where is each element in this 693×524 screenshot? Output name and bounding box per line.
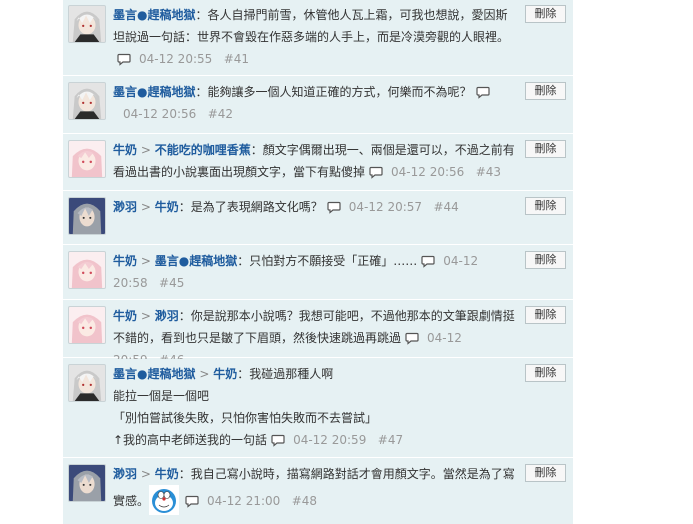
comment-body: 渺羽 > 牛奶：是為了表現網路文化嗎？ 04-12 20:57 #44: [113, 196, 519, 218]
reply-to-name[interactable]: 牛奶: [155, 467, 179, 481]
reply-bubble-icon[interactable]: [405, 332, 419, 345]
avatar-silver-hair[interactable]: [68, 82, 106, 120]
floor-number[interactable]: #44: [433, 200, 458, 214]
avatar-pink-hair[interactable]: [68, 140, 106, 178]
floor-number[interactable]: #45: [159, 276, 184, 290]
comment-text-line: ↑我的高中老師送我的一句話: [113, 433, 268, 447]
avatar-pink-hair[interactable]: [68, 251, 106, 289]
reply-bubble-icon[interactable]: [271, 434, 285, 447]
speaker-name[interactable]: 牛奶: [113, 143, 137, 157]
comment-item: 墨言●趕稿地獄：各人自掃門前雪，休管他人瓦上霜，可我也想說，愛因斯坦說過一句話：…: [63, 0, 573, 76]
delete-button[interactable]: 刪除: [525, 82, 566, 100]
reply-to-name[interactable]: 渺羽: [155, 309, 179, 323]
reply-bubble-icon[interactable]: [185, 495, 199, 508]
timestamp: 04-12 20:56: [391, 165, 465, 179]
speaker-name[interactable]: 牛奶: [113, 309, 137, 323]
floor-number[interactable]: #48: [292, 494, 317, 508]
comment-text: ：能夠讓多一個人知道正確的方式，何樂而不為呢？: [195, 85, 472, 99]
comment-body: 墨言●趕稿地獄 > 牛奶：我碰過那種人啊 能拉一個是一個吧 「別怕嘗試後失敗，只…: [113, 363, 519, 451]
delete-button[interactable]: 刪除: [525, 5, 566, 23]
avatar-pink-hair[interactable]: [68, 306, 106, 344]
delete-button[interactable]: 刪除: [525, 197, 566, 215]
comment-item: 牛奶 > 渺羽：你是說那本小說嗎？我想可能吧，不過他那本的文筆跟劇情挺不錯的，看…: [63, 301, 573, 367]
comment-body: 墨言●趕稿地獄：能夠讓多一個人知道正確的方式，何樂而不為呢？ 04-12 20:5…: [113, 81, 519, 125]
comment-item: 牛奶 > 墨言●趕稿地獄：只怕對方不願接受「正確」…… 04-12 20:58 #…: [63, 246, 573, 300]
avatar-silver-hair[interactable]: [68, 364, 106, 402]
delete-button[interactable]: 刪除: [525, 464, 566, 482]
reply-to-name[interactable]: 墨言●趕稿地獄: [155, 254, 237, 268]
speaker-name[interactable]: 渺羽: [113, 200, 137, 214]
reply-arrow: >: [140, 309, 151, 323]
comment-body: 渺羽 > 牛奶：我自己寫小說時，描寫網路對話才會用顏文字。當然是為了寫實感。 04…: [113, 463, 519, 515]
delete-button[interactable]: 刪除: [525, 364, 566, 382]
delete-button[interactable]: 刪除: [525, 140, 566, 158]
comment-text: ：我碰過那種人啊: [237, 367, 334, 381]
comment-text: ：是為了表現網路文化嗎？: [178, 200, 323, 214]
comment-body: 牛奶 > 墨言●趕稿地獄：只怕對方不願接受「正確」…… 04-12 20:58 #…: [113, 250, 519, 294]
comment-body: 墨言●趕稿地獄：各人自掃門前雪，休管他人瓦上霜，可我也想說，愛因斯坦說過一句話：…: [113, 4, 519, 70]
reply-bubble-icon[interactable]: [421, 255, 435, 268]
timestamp: 04-12 20:56: [123, 107, 197, 121]
floor-number[interactable]: #41: [224, 52, 249, 66]
delete-button[interactable]: 刪除: [525, 306, 566, 324]
comment-text-line: 「別怕嘗試後失敗，只怕你害怕失敗而不去嘗試」: [113, 411, 378, 425]
avatar-silver-hair[interactable]: [68, 5, 106, 43]
comment-text: ：只怕對方不願接受「正確」……: [237, 254, 418, 268]
comment-item: 牛奶 > 不能吃的咖哩香蕉：顏文字偶爾出現一、兩個是還可以，不過之前有看過出書的…: [63, 135, 573, 191]
timestamp: 04-12 20:57: [348, 200, 423, 214]
floor-number[interactable]: #47: [378, 433, 403, 447]
reply-bubble-icon[interactable]: [327, 201, 341, 214]
avatar-grey-hair[interactable]: [68, 197, 106, 235]
reply-arrow: >: [140, 200, 151, 214]
comment-list: 墨言●趕稿地獄：各人自掃門前雪，休管他人瓦上霜，可我也想說，愛因斯坦說過一句話：…: [63, 0, 573, 524]
timestamp: 04-12 21:00: [207, 494, 281, 508]
comment-body: 牛奶 > 不能吃的咖哩香蕉：顏文字偶爾出現一、兩個是還可以，不過之前有看過出書的…: [113, 139, 519, 183]
speaker-name[interactable]: 牛奶: [113, 254, 137, 268]
reply-arrow: >: [199, 367, 210, 381]
timestamp: 04-12 20:55: [139, 52, 213, 66]
comment-item: 墨言●趕稿地獄 > 牛奶：我碰過那種人啊 能拉一個是一個吧 「別怕嘗試後失敗，只…: [63, 359, 573, 458]
doraemon-emoticon-icon: [149, 485, 180, 515]
reply-to-name[interactable]: 不能吃的咖哩香蕉: [155, 143, 251, 157]
comment-item: 渺羽 > 牛奶：我自己寫小說時，描寫網路對話才會用顏文字。當然是為了寫實感。 04…: [63, 459, 573, 524]
comment-item: 渺羽 > 牛奶：是為了表現網路文化嗎？ 04-12 20:57 #44 刪除: [63, 192, 573, 245]
speaker-name[interactable]: 墨言●趕稿地獄: [113, 8, 195, 22]
floor-number[interactable]: #43: [476, 165, 501, 179]
reply-arrow: >: [140, 254, 151, 268]
speaker-name[interactable]: 墨言●趕稿地獄: [113, 367, 195, 381]
reply-arrow: >: [140, 143, 151, 157]
speaker-name[interactable]: 渺羽: [113, 467, 137, 481]
avatar-grey-hair[interactable]: [68, 464, 106, 502]
timestamp: 04-12 20:59: [293, 433, 367, 447]
delete-button[interactable]: 刪除: [525, 251, 566, 269]
reply-bubble-icon[interactable]: [369, 166, 383, 179]
floor-number[interactable]: #42: [208, 107, 233, 121]
reply-bubble-icon[interactable]: [117, 53, 131, 66]
reply-to-name[interactable]: 牛奶: [213, 367, 237, 381]
comment-text-line: 能拉一個是一個吧: [113, 389, 210, 403]
comment-item: 墨言●趕稿地獄：能夠讓多一個人知道正確的方式，何樂而不為呢？ 04-12 20:5…: [63, 77, 573, 134]
reply-to-name[interactable]: 牛奶: [155, 200, 179, 214]
reply-arrow: >: [140, 467, 151, 481]
reply-bubble-icon[interactable]: [475, 86, 490, 99]
speaker-name[interactable]: 墨言●趕稿地獄: [113, 85, 195, 99]
